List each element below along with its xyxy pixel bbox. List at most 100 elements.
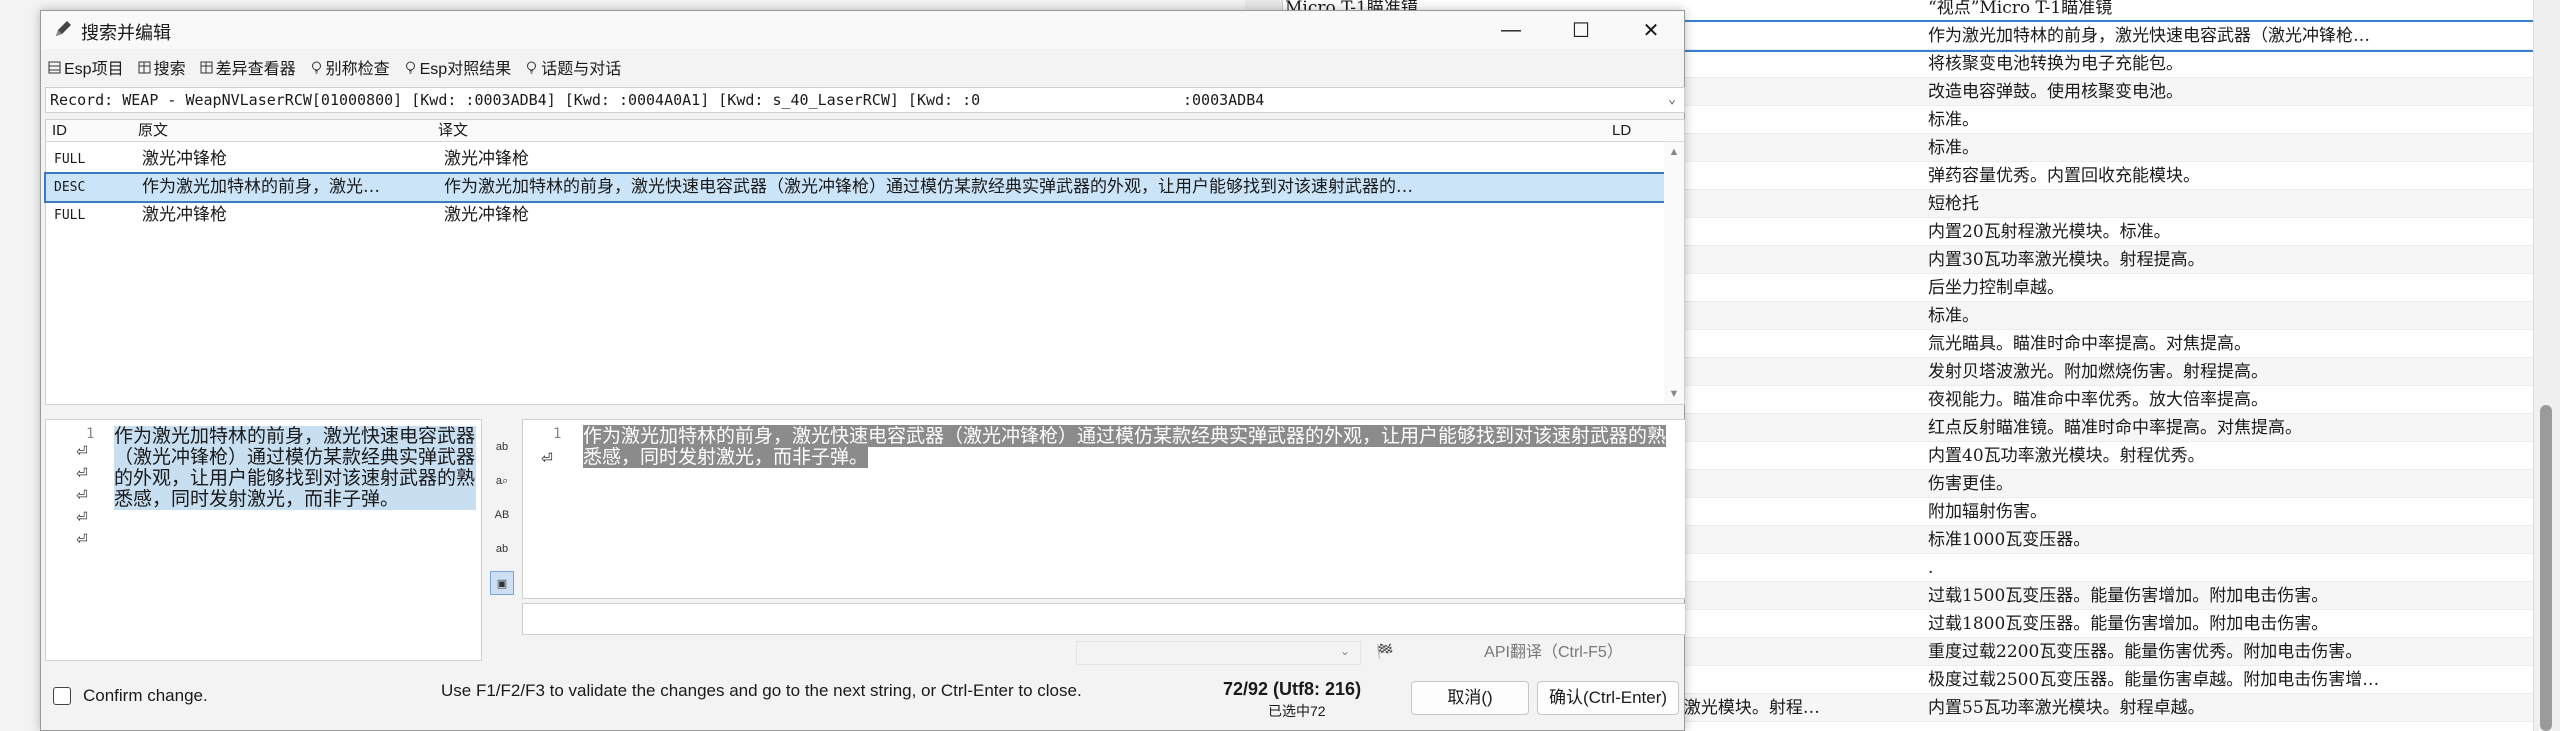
- tab-esp-project[interactable]: Esp项目: [45, 55, 127, 79]
- background-translation-cell: 标准。: [1928, 306, 1979, 326]
- editor-side-tools: ab a⌕ AB ab ▣: [484, 419, 520, 619]
- word-wrap-icon: ⏎: [76, 509, 88, 525]
- record-overlay-value: :0003ADB4: [1181, 88, 1265, 112]
- background-translation-cell: 内置30瓦功率激光模块。射程提高。: [1928, 250, 2205, 270]
- column-id[interactable]: ID: [52, 120, 67, 142]
- translation-text-area[interactable]: 作为激光加特林的前身，激光快速电容武器（激光冲锋枪）通过模仿某款经典实弹武器的外…: [583, 425, 1683, 468]
- background-translation-cell: 极度过载2500瓦变压器。能量伤害卓越。附加电击伤害增…: [1928, 670, 2380, 690]
- line-number: 1: [553, 426, 562, 442]
- lowercase-icon[interactable]: ab: [490, 537, 514, 561]
- secondary-input[interactable]: [522, 603, 1686, 635]
- api-translate-button[interactable]: API翻译（Ctrl-F5）: [1446, 641, 1661, 665]
- column-ld[interactable]: LD: [1612, 120, 1631, 142]
- row-id: FULL: [54, 208, 86, 223]
- lightbulb-icon: [405, 61, 415, 73]
- background-translation-cell: 标准。: [1928, 110, 1979, 130]
- scroll-up-icon[interactable]: ▲: [1664, 146, 1684, 158]
- window-title: 搜索并编辑: [81, 23, 171, 43]
- source-text: 作为激光加特林的前身，激光快速电容武器（激光冲锋枪）通过模仿某款经典实弹武器的外…: [114, 425, 476, 510]
- row-id: FULL: [54, 152, 86, 167]
- source-text-editor[interactable]: 1 ⏎ ⏎ ⏎ ⏎ ⏎ 作为激光加特林的前身，激光快速电容武器（激光冲锋枪）通过…: [45, 419, 482, 661]
- hint-text: Use F1/F2/F3 to validate the changes and…: [441, 681, 1082, 700]
- tab-search-label: 搜索: [153, 61, 186, 78]
- minimize-button[interactable]: —: [1476, 11, 1546, 49]
- toolbar: Esp项目 搜索 差异查看器 别称检查 Esp对照结果 话题与对话: [45, 55, 624, 79]
- dialog-footer: Confirm change. Use F1/F2/F3 to validate…: [41, 667, 1684, 727]
- translation-text-editor[interactable]: 1 ⏎ 作为激光加特林的前身，激光快速电容武器（激光冲锋枪）通过模仿某款经典实弹…: [522, 419, 1686, 599]
- confirm-change-label: Confirm change.: [83, 686, 208, 705]
- chevron-down-icon[interactable]: ⌄: [1668, 88, 1676, 112]
- column-translation[interactable]: 译文: [438, 120, 468, 142]
- tab-diff-viewer[interactable]: 差异查看器: [197, 55, 299, 79]
- checkbox-box[interactable]: [53, 687, 71, 705]
- row-translation: 激光冲锋枪: [444, 205, 529, 225]
- spellcheck-icon[interactable]: ab: [490, 435, 514, 459]
- tab-esp-project-label: Esp项目: [64, 61, 124, 78]
- record-combobox[interactable]: Record: WEAP - WeapNVLaserRCW[01000800] …: [45, 87, 1685, 113]
- tab-diff-viewer-label: 差异查看器: [215, 61, 296, 78]
- dictionary-icon[interactable]: ▣: [490, 571, 514, 595]
- flag-icon[interactable]: 🏁: [1376, 643, 1393, 660]
- row-translation: 作为激光加特林的前身，激光快速电容武器（激光冲锋枪）通过模仿某款经典实弹武器的外…: [444, 177, 1413, 197]
- background-translation-cell: 过载1500瓦变压器。能量伤害增加。附加电击伤害。: [1928, 586, 2329, 606]
- background-translation-cell: 短枪托: [1928, 194, 1979, 214]
- row-source: 激光冲锋枪: [142, 205, 227, 225]
- grid-row-selected[interactable]: DESC 作为激光加特林的前身，激光… 作为激光加特林的前身，激光快速电容武器（…: [44, 172, 1668, 203]
- close-button[interactable]: ✕: [1616, 11, 1686, 49]
- word-wrap-icon: ⏎: [76, 443, 88, 459]
- row-source: 激光冲锋枪: [142, 149, 227, 169]
- background-translation-cell: 标准1000瓦变压器。: [1928, 530, 2091, 550]
- string-grid: ID 原文 译文 LD FULL 激光冲锋枪 激光冲锋枪 DESC 作为激光加特…: [44, 119, 1685, 405]
- grid-header: ID 原文 译文 LD: [46, 120, 1684, 142]
- row-source: 作为激光加特林的前身，激光…: [142, 177, 380, 197]
- background-translation-cell: 夜视能力。瞄准命中率优秀。放大倍率提高。: [1928, 390, 2268, 410]
- background-translation-cell: 作为激光加特林的前身，激光快速电容武器（激光冲锋枪…: [1928, 26, 2370, 46]
- api-translate-row: ⌄ 🏁 API翻译（Ctrl-F5）: [1076, 641, 1686, 665]
- selected-counter: 已选中72: [1268, 703, 1326, 719]
- case-icon[interactable]: AB: [490, 503, 514, 527]
- background-scrollbar-thumb[interactable]: [2540, 405, 2552, 731]
- tab-topics-dialogue-label: 话题与对话: [541, 61, 622, 78]
- line-number: 1: [86, 426, 95, 442]
- tab-topics-dialogue[interactable]: 话题与对话: [522, 55, 624, 79]
- table-icon: [138, 61, 151, 73]
- grid-row[interactable]: FULL 激光冲锋枪 激光冲锋枪: [46, 146, 1666, 173]
- background-translation-cell: 伤害更佳。: [1928, 474, 2013, 494]
- background-translation-cell: 发射贝塔波激光。附加燃烧伤害。射程提高。: [1928, 362, 2268, 382]
- table-icon: [48, 61, 61, 73]
- background-translation-cell: 内置40瓦功率激光模块。射程优秀。: [1928, 446, 2205, 466]
- background-translation-cell: 附加辐射伤害。: [1928, 502, 2047, 522]
- grid-scrollbar[interactable]: ▲ ▼: [1664, 142, 1684, 404]
- background-translation-cell: 红点反射瞄准镜。瞄准时命中率提高。对焦提高。: [1928, 418, 2302, 438]
- chevron-down-icon: ⌄: [1339, 644, 1350, 658]
- tab-alias-check[interactable]: 别称检查: [307, 55, 393, 79]
- maximize-button[interactable]: ☐: [1546, 11, 1616, 49]
- api-engine-select[interactable]: ⌄: [1076, 641, 1361, 665]
- pencil-icon: [56, 21, 71, 36]
- confirm-button[interactable]: 确认(Ctrl-Enter): [1537, 681, 1679, 715]
- find-replace-icon[interactable]: a⌕: [490, 469, 514, 493]
- tab-esp-compare-label: Esp对照结果: [419, 61, 512, 78]
- title-bar[interactable]: 搜索并编辑 — ☐ ✕: [41, 11, 1684, 49]
- grid-row[interactable]: FULL 激光冲锋枪 激光冲锋枪: [46, 202, 1666, 229]
- tab-search[interactable]: 搜索: [135, 55, 189, 79]
- row-id: DESC: [54, 180, 86, 195]
- background-translation-cell: “视点”Micro T-1瞄准镜: [1928, 0, 2113, 18]
- background-translation-cell: 氚光瞄具。瞄准时命中率提高。对焦提高。: [1928, 334, 2251, 354]
- search-edit-dialog: 搜索并编辑 — ☐ ✕ Esp项目 搜索 差异查看器 别称检查 Esp对照结果 …: [40, 10, 1686, 731]
- background-translation-cell: 过载1800瓦变压器。能量伤害增加。附加电击伤害。: [1928, 614, 2329, 634]
- word-wrap-icon: ⏎: [76, 531, 88, 547]
- word-wrap-icon: ⏎: [76, 465, 88, 481]
- scroll-down-icon[interactable]: ▼: [1664, 388, 1684, 400]
- cancel-button[interactable]: 取消(): [1411, 681, 1529, 715]
- background-translation-cell: 将核聚变电池转换为电子充能包。: [1928, 54, 2183, 74]
- background-translation-cell: .: [1928, 558, 1934, 578]
- record-text: Record: WEAP - WeapNVLaserRCW[01000800] …: [50, 91, 981, 109]
- lightbulb-icon: [527, 61, 537, 73]
- confirm-change-checkbox[interactable]: Confirm change.: [53, 686, 208, 706]
- word-wrap-icon: ⏎: [541, 450, 553, 466]
- tab-esp-compare[interactable]: Esp对照结果: [401, 55, 515, 79]
- column-source[interactable]: 原文: [138, 120, 168, 142]
- background-translation-cell: 内置55瓦功率激光模块。射程卓越。: [1928, 698, 2205, 718]
- tab-alias-check-label: 别称检查: [325, 61, 390, 78]
